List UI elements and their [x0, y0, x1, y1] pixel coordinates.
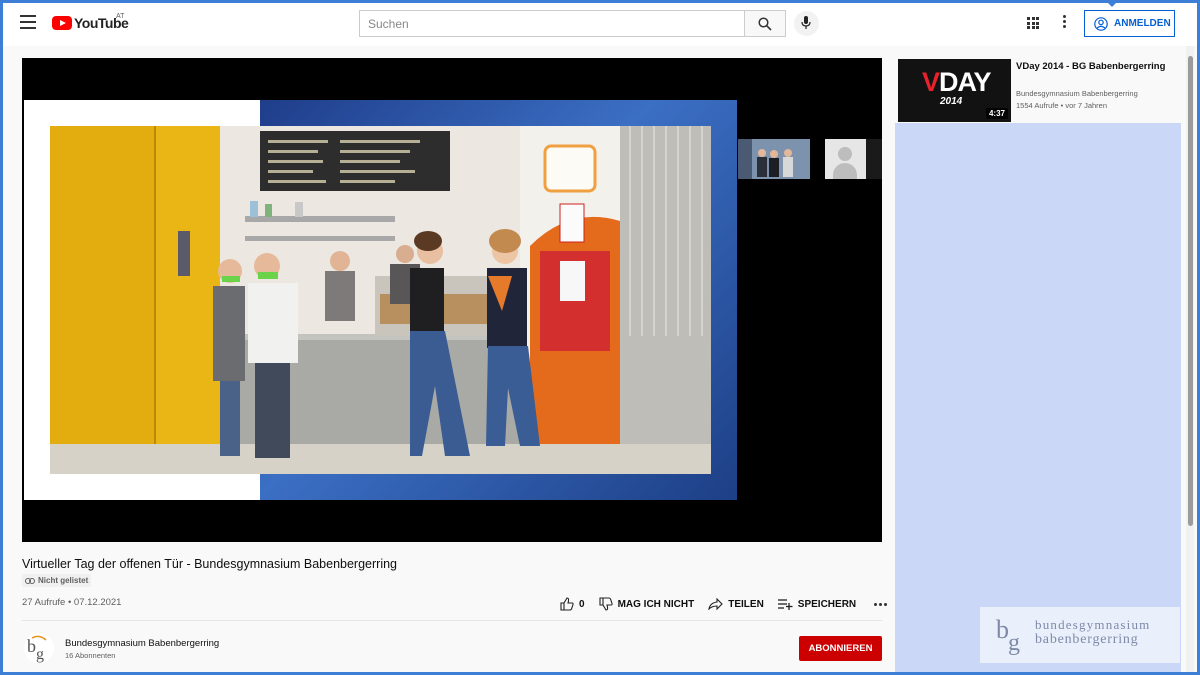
- link-icon: [25, 577, 35, 584]
- search-button[interactable]: [744, 10, 786, 37]
- save-button[interactable]: SPEICHERN: [777, 598, 857, 610]
- svg-text:g: g: [36, 646, 44, 663]
- share-icon: [708, 598, 724, 610]
- play-logo-icon: [52, 16, 72, 30]
- share-button[interactable]: TEILEN: [708, 598, 764, 610]
- participant-avatar-placeholder[interactable]: [825, 139, 866, 179]
- participant-strip-overflow: [866, 139, 882, 179]
- watermark-line1: bundesgymnasium: [1035, 617, 1151, 632]
- recommended-channel[interactable]: Bundesgymnasium Babenbergerring: [1016, 89, 1138, 98]
- more-actions-icon[interactable]: [874, 602, 888, 606]
- signin-pointer-caret: [1105, 0, 1119, 7]
- participant-thumbnail-group[interactable]: [738, 139, 810, 179]
- recommended-title[interactable]: VDay 2014 - BG Babenbergerring: [1016, 60, 1176, 73]
- subscriber-count: 16 Abonnenten: [65, 651, 116, 660]
- voice-search-button[interactable]: [794, 11, 819, 36]
- signin-label: ANMELDEN: [1114, 18, 1171, 29]
- watermark-line2: babenbergerring: [1035, 632, 1139, 647]
- like-count: 0: [579, 598, 585, 610]
- dislike-label: MAG ICH NICHT: [617, 598, 695, 610]
- thumbnail-year-text: 2014: [940, 96, 963, 107]
- recommended-meta: 1554 Aufrufe • vor 7 Jahren: [1016, 101, 1108, 110]
- menu-icon[interactable]: [20, 15, 36, 29]
- svg-text:b: b: [27, 636, 36, 656]
- video-frame-photo: [50, 126, 711, 474]
- subscribe-button[interactable]: ABONNIEREN: [799, 636, 882, 661]
- video-duration: 4:37: [985, 108, 1008, 119]
- thumbnail-vday-text: VDAY: [922, 67, 992, 97]
- channel-avatar[interactable]: b g: [24, 632, 54, 664]
- recommended-thumbnail[interactable]: VDAY 2014 4:37: [898, 59, 1011, 122]
- microphone-icon: [801, 16, 811, 29]
- scrollbar-thumb[interactable]: [1188, 56, 1193, 526]
- search-icon: [758, 17, 772, 31]
- save-label: SPEICHERN: [797, 598, 857, 610]
- thumbs-down-icon: [599, 597, 613, 611]
- top-bar: YouTube AT Suchen ANMELDEN: [0, 0, 1200, 46]
- unlisted-label: Nicht gelistet: [38, 576, 89, 585]
- unlisted-badge: Nicht gelistet: [22, 574, 92, 587]
- thumbs-up-icon: [560, 597, 574, 611]
- video-actions: 0 MAG ICH NICHT TEILEN SPEICHERN: [560, 596, 888, 612]
- apps-grid-icon[interactable]: [1027, 17, 1039, 29]
- account-icon: [1094, 16, 1108, 31]
- views-and-date: 27 Aufrufe • 07.12.2021: [22, 597, 122, 608]
- region-label: AT: [116, 13, 125, 20]
- svg-text:g: g: [1008, 630, 1020, 656]
- sidebar-panel: [895, 123, 1181, 675]
- signin-button[interactable]: ANMELDEN: [1084, 10, 1175, 37]
- like-button[interactable]: 0: [560, 597, 585, 611]
- school-logo-icon: b g: [996, 615, 1020, 656]
- share-label: TEILEN: [728, 598, 764, 610]
- school-watermark: b g bundesgymnasium babenbergerring: [980, 607, 1180, 663]
- divider: [22, 620, 882, 621]
- settings-more-icon[interactable]: [1063, 15, 1067, 31]
- playlist-add-icon: [777, 599, 793, 610]
- channel-name[interactable]: Bundesgymnasium Babenbergerring: [65, 638, 219, 649]
- video-title: Virtueller Tag der offenen Tür - Bundesg…: [22, 557, 397, 571]
- dislike-button[interactable]: MAG ICH NICHT: [599, 597, 695, 611]
- search-input[interactable]: Suchen: [359, 10, 745, 37]
